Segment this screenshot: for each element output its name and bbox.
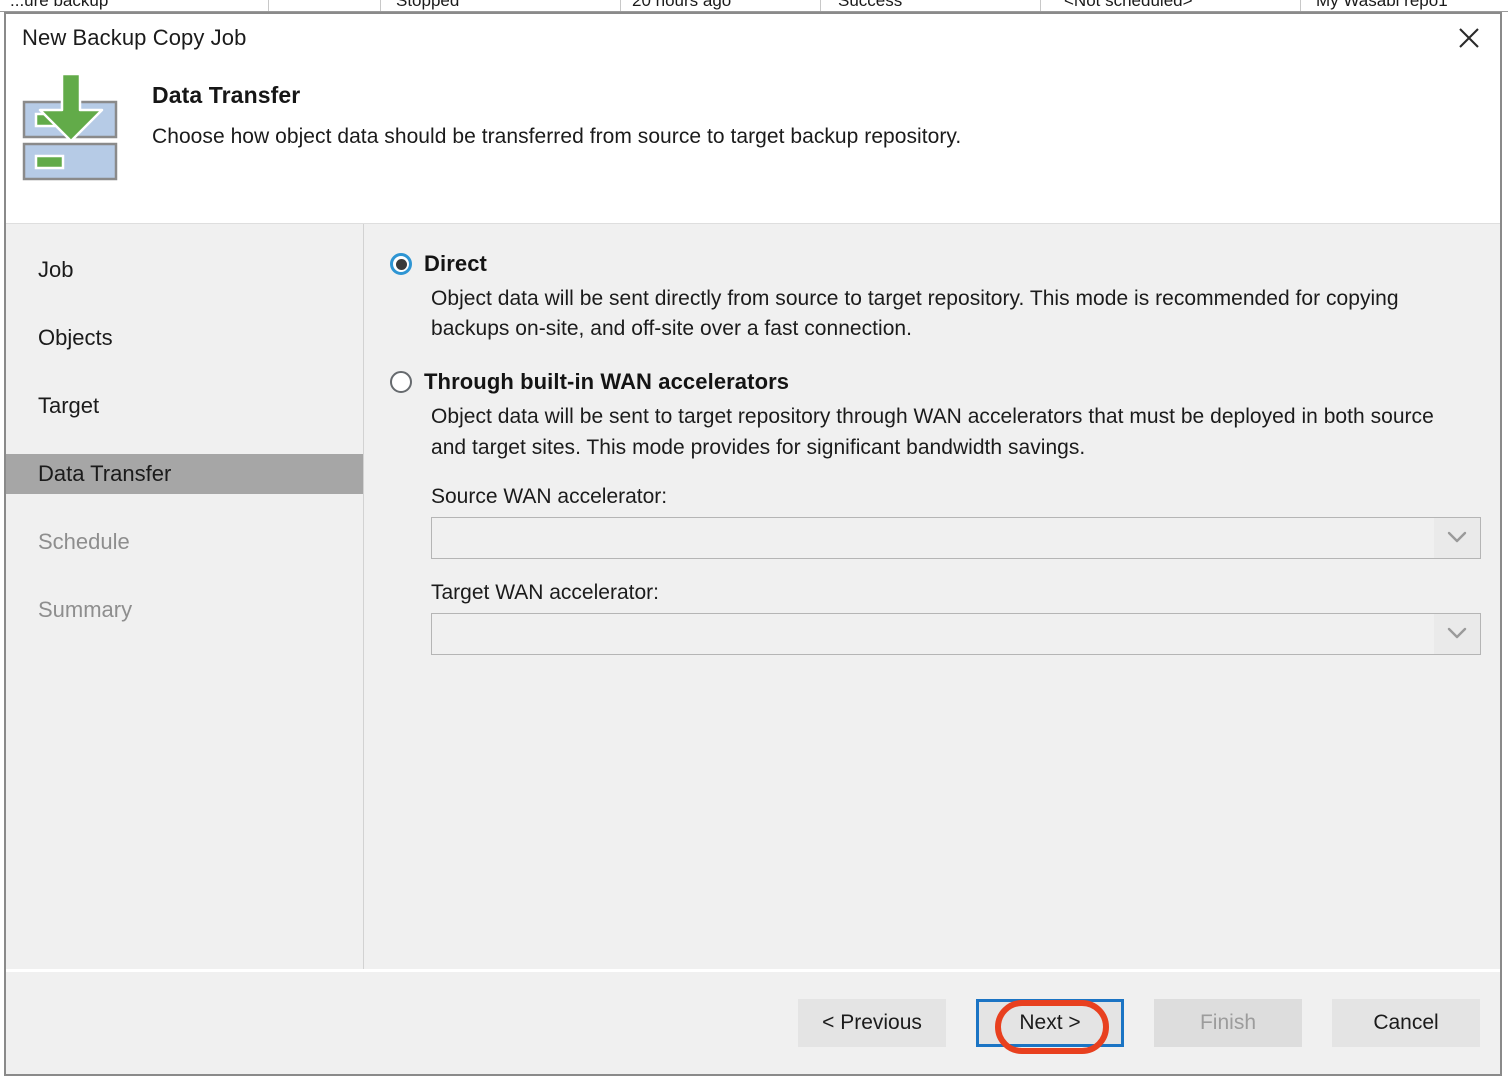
- sidebar-item-label: Summary: [38, 597, 132, 623]
- option-direct-header[interactable]: Direct: [390, 250, 1500, 278]
- option-wan-accelerators-description: Object data will be sent to target repos…: [431, 402, 1471, 462]
- background-column-separator: [820, 0, 821, 11]
- background-cell-next-run: <Not scheduled>: [1064, 0, 1193, 11]
- option-wan-accelerators: Through built-in WAN accelerators Object…: [390, 368, 1500, 654]
- sidebar-item-label: Target: [38, 393, 99, 419]
- sidebar-item-objects[interactable]: Objects: [6, 318, 363, 358]
- dialog-header: Data Transfer Choose how object data sho…: [6, 62, 1500, 224]
- data-transfer-icon: [22, 72, 122, 182]
- new-backup-copy-job-dialog: New Backup Copy Job Data Transfer Choose…: [4, 12, 1502, 1076]
- option-direct-description: Object data will be sent directly from s…: [431, 284, 1471, 344]
- page-subtitle: Choose how object data should be transfe…: [152, 125, 961, 149]
- background-column-separator: [268, 0, 269, 11]
- target-wan-accelerator-value[interactable]: [432, 614, 1434, 654]
- sidebar-item-label: Schedule: [38, 529, 130, 555]
- cancel-button[interactable]: Cancel: [1332, 999, 1480, 1047]
- sidebar-item-label: Objects: [38, 325, 113, 351]
- background-cell-result: Success: [838, 0, 902, 11]
- source-wan-accelerator-value[interactable]: [432, 518, 1434, 558]
- source-wan-accelerator-label: Source WAN accelerator:: [431, 485, 1500, 509]
- field-target-wan-accelerator: Target WAN accelerator:: [431, 581, 1500, 655]
- dialog-title: New Backup Copy Job: [22, 25, 246, 51]
- option-direct: Direct Object data will be sent directly…: [390, 250, 1500, 344]
- background-column-separator: [1040, 0, 1041, 11]
- background-column-separator: [620, 0, 621, 11]
- sidebar-item-data-transfer[interactable]: Data Transfer: [6, 454, 363, 494]
- header-text-block: Data Transfer Choose how object data sho…: [152, 82, 961, 149]
- background-cell-job-name: ...ure backup: [10, 0, 108, 11]
- sidebar-item-label: Data Transfer: [38, 461, 171, 487]
- chevron-down-icon[interactable]: [1434, 518, 1480, 558]
- background-cell-target: My Wasabi repo1: [1316, 0, 1448, 11]
- target-wan-accelerator-label: Target WAN accelerator:: [431, 581, 1500, 605]
- dialog-titlebar: New Backup Copy Job: [6, 14, 1500, 62]
- sidebar-item-schedule: Schedule: [6, 522, 363, 562]
- sidebar-item-summary: Summary: [6, 590, 363, 630]
- option-direct-label: Direct: [424, 251, 487, 277]
- radio-direct[interactable]: [390, 253, 412, 275]
- source-wan-accelerator-dropdown[interactable]: [431, 517, 1481, 559]
- wizard-step-sidebar: Job Objects Target Data Transfer Schedul…: [6, 224, 364, 969]
- finish-button: Finish: [1154, 999, 1302, 1047]
- previous-button[interactable]: < Previous: [798, 999, 946, 1047]
- option-wan-accelerators-label: Through built-in WAN accelerators: [424, 369, 789, 395]
- next-button[interactable]: Next >: [976, 999, 1124, 1047]
- chevron-down-icon[interactable]: [1434, 614, 1480, 654]
- background-column-separator: [380, 0, 381, 11]
- dialog-content: Direct Object data will be sent directly…: [364, 224, 1500, 969]
- background-cell-last-run: 20 hours ago: [632, 0, 731, 11]
- background-column-separator: [1300, 0, 1301, 11]
- sidebar-item-target[interactable]: Target: [6, 386, 363, 426]
- sidebar-item-label: Job: [38, 257, 73, 283]
- dialog-body: Job Objects Target Data Transfer Schedul…: [6, 224, 1500, 969]
- option-wan-accelerators-header[interactable]: Through built-in WAN accelerators: [390, 368, 1500, 396]
- dialog-footer: < Previous Next > Finish Cancel: [6, 972, 1500, 1074]
- page-title: Data Transfer: [152, 82, 961, 109]
- close-icon[interactable]: [1438, 14, 1500, 62]
- field-source-wan-accelerator: Source WAN accelerator:: [431, 485, 1500, 559]
- radio-wan-accelerators[interactable]: [390, 371, 412, 393]
- target-wan-accelerator-dropdown[interactable]: [431, 613, 1481, 655]
- sidebar-item-job[interactable]: Job: [6, 250, 363, 290]
- background-cell-status: Stopped: [396, 0, 459, 11]
